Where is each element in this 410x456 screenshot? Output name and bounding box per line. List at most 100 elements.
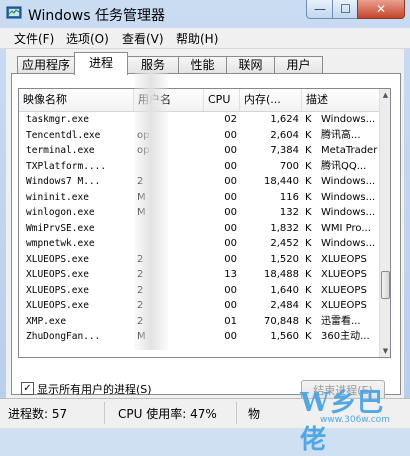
title-bar[interactable]: Windows 任务管理器 — ☐ ✕ — [0, 0, 410, 26]
show-all-users-label: 显示所有用户的进程(S) — [37, 383, 152, 396]
process-description: XLUEOPS — [321, 300, 367, 311]
process-memory: 7,384 — [270, 145, 299, 156]
tab-performance[interactable]: 性能 — [178, 56, 227, 74]
process-row[interactable]: winlogon.exeM00132KWindows... — [19, 205, 379, 221]
menu-bar: 文件(F) 选项(O) 查看(V) 帮助(H) — [0, 28, 410, 49]
redacted-username-blur — [134, 70, 168, 350]
process-name: terminal.exe — [26, 145, 95, 156]
menu-options[interactable]: 选项(O) — [66, 30, 109, 47]
scroll-up-arrow-icon[interactable]: ▲ — [380, 89, 390, 101]
process-memory: 116 — [279, 191, 299, 203]
process-description: 腾讯QQ... — [321, 160, 367, 172]
process-description: Windows... — [321, 238, 376, 249]
process-cpu: 00 — [224, 284, 237, 296]
show-all-users-checkbox[interactable]: ✓ — [21, 382, 34, 395]
process-row[interactable]: WmiPrvSE.exe 00 1,832 K WMI Pro... — [19, 221, 379, 237]
process-count: 进程数: 57 — [8, 407, 68, 421]
process-memory-unit: K — [305, 114, 312, 125]
process-name: Tencentdl.exe — [26, 129, 101, 141]
task-manager-window: Windows 任务管理器 — ☐ ✕ 文件(F) 选项(O) 查看(V) 帮助… — [0, 0, 410, 455]
process-row[interactable]: TXPlatform.... 00 700 K 腾讯QQ... — [19, 159, 379, 175]
process-cpu: 00 — [224, 331, 237, 342]
process-cpu: 00 — [224, 145, 237, 156]
process-description: XLUEOPS — [321, 269, 367, 280]
process-memory-unit: K — [305, 315, 312, 327]
close-button[interactable]: ✕ — [357, 0, 405, 19]
menu-view[interactable]: 查看(V) — [122, 30, 164, 47]
tab-applications[interactable]: 应用程序 — [17, 56, 75, 74]
main-area: 应用程序 进程 服务 性能 联网 用户 映像名称 用户名 CPU 内存(... … — [6, 49, 404, 401]
process-list[interactable]: 映像名称 用户名 CPU 内存(... 描述 taskmgr.exe 02 1,62… — [18, 88, 391, 358]
process-name: XMP.exe — [26, 315, 67, 327]
cpu-usage: CPU 使用率: 47% — [118, 407, 217, 421]
process-row[interactable]: wininit.exeM00116KWindows... — [19, 190, 379, 206]
process-memory-unit: K — [305, 238, 312, 249]
process-name: XLUEOPS.exe — [26, 284, 89, 296]
process-description: 360主动... — [321, 331, 370, 342]
status-divider — [104, 402, 105, 424]
menu-file[interactable]: 文件(F) — [14, 30, 54, 47]
process-name: winlogon.exe — [26, 207, 95, 218]
process-row[interactable]: ZhuDongFan...M001,560K360主动... — [19, 329, 379, 345]
status-divider — [236, 402, 237, 424]
scrollbar-thumb[interactable] — [381, 271, 390, 299]
column-image-name[interactable]: 映像名称 — [19, 89, 134, 111]
process-memory-unit: K — [305, 269, 312, 280]
tab-processes[interactable]: 进程 — [74, 52, 128, 75]
process-name: XLUEOPS.exe — [26, 300, 89, 311]
process-description: XLUEOPS — [321, 253, 367, 265]
process-row[interactable]: wmpnetwk.exe 00 2,452 K Windows... — [19, 236, 379, 252]
process-memory: 2,604 — [270, 129, 299, 141]
process-row[interactable]: XLUEOPS.exe2001,640KXLUEOPS — [19, 283, 379, 299]
process-memory: 132 — [279, 207, 299, 218]
process-name: wmpnetwk.exe — [26, 238, 95, 249]
process-memory-unit: K — [305, 222, 312, 234]
process-row[interactable]: Tencentdl.exeop002,604K腾讯高... — [19, 128, 379, 144]
vertical-scrollbar[interactable]: ▲ ▼ — [379, 89, 390, 357]
process-cpu: 00 — [224, 253, 237, 265]
process-description: 迅雷看... — [321, 315, 361, 327]
process-row[interactable]: XLUEOPS.exe2002,484KXLUEOPS — [19, 298, 379, 314]
process-memory: 1,832 — [270, 222, 299, 234]
maximize-button[interactable]: ☐ — [332, 0, 359, 19]
process-memory: 1,520 — [270, 253, 299, 265]
process-cpu: 13 — [224, 269, 237, 280]
process-row[interactable]: terminal.exeop007,384KMetaTrader — [19, 143, 379, 159]
process-memory: 1,560 — [270, 331, 299, 342]
column-cpu[interactable]: CPU — [204, 89, 240, 111]
process-memory-unit: K — [305, 176, 312, 187]
process-cpu: 00 — [224, 300, 237, 311]
process-name: WmiPrvSE.exe — [26, 222, 95, 234]
processes-panel: 映像名称 用户名 CPU 内存(... 描述 taskmgr.exe 02 1,62… — [11, 73, 401, 401]
site-watermark-logo: W乡巴佬 www.306w.com — [290, 380, 410, 455]
column-memory[interactable]: 内存(... — [240, 89, 302, 111]
process-row[interactable]: taskmgr.exe 02 1,624 K Windows... — [19, 112, 379, 128]
tab-networking[interactable]: 联网 — [226, 56, 275, 74]
process-memory: 70,848 — [264, 315, 299, 327]
process-cpu: 00 — [224, 238, 237, 249]
process-name: XLUEOPS.exe — [26, 269, 89, 280]
process-memory: 2,452 — [270, 238, 299, 249]
column-description[interactable]: 描述 — [302, 89, 379, 111]
process-cpu: 00 — [224, 207, 237, 218]
minimize-button[interactable]: — — [306, 0, 334, 19]
task-manager-icon — [6, 6, 22, 19]
process-description: WMI Pro... — [321, 222, 371, 234]
menu-help[interactable]: 帮助(H) — [176, 30, 218, 47]
process-row[interactable]: XLUEOPS.exe2001,520KXLUEOPS — [19, 252, 379, 268]
process-memory-unit: K — [305, 191, 312, 203]
process-memory: 1,624 — [270, 114, 299, 125]
process-name: ZhuDongFan... — [26, 331, 101, 342]
process-name: taskmgr.exe — [26, 114, 89, 125]
tab-users[interactable]: 用户 — [274, 56, 323, 74]
process-description: XLUEOPS — [321, 284, 367, 296]
process-row[interactable]: XMP.exe20170,848K迅雷看... — [19, 314, 379, 330]
process-description: Windows... — [321, 176, 376, 187]
process-description: 腾讯高... — [321, 129, 361, 141]
process-cpu: 00 — [224, 160, 237, 172]
scroll-down-arrow-icon[interactable]: ▼ — [380, 345, 390, 357]
process-name: XLUEOPS.exe — [26, 253, 89, 265]
process-row[interactable]: Windows7 M...20018,440KWindows... — [19, 174, 379, 190]
process-memory: 18,488 — [264, 269, 299, 280]
process-row[interactable]: XLUEOPS.exe21318,488KXLUEOPS — [19, 267, 379, 283]
